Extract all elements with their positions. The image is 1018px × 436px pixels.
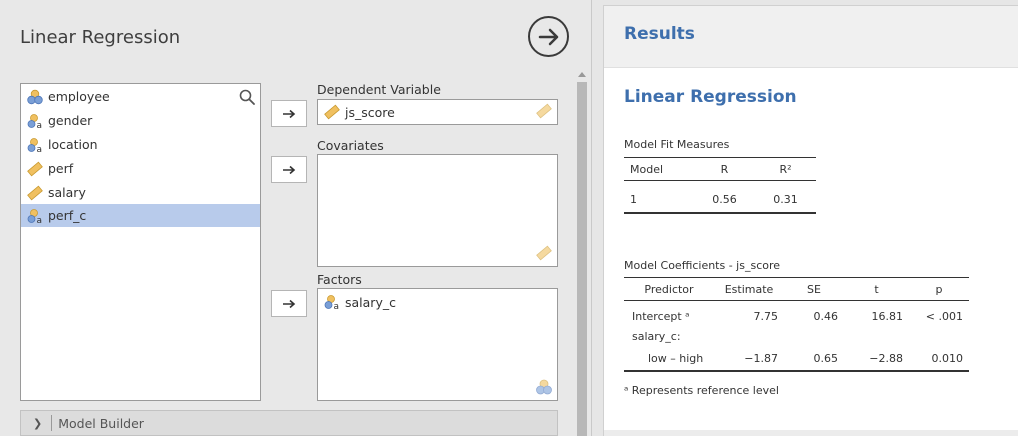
- run-analysis-button[interactable]: [528, 16, 569, 57]
- factors-box[interactable]: a salary_c: [317, 288, 558, 401]
- continuous-icon: [536, 103, 552, 119]
- table-cell: 16.81: [871, 310, 904, 323]
- table-cell: 0.31: [755, 186, 816, 214]
- svg-text:a: a: [37, 121, 43, 129]
- column-header: p: [909, 277, 969, 301]
- table-cell: 0.56: [694, 186, 755, 214]
- nominal-text-icon: a: [324, 294, 340, 310]
- table-cell: 0.46: [813, 310, 839, 323]
- covariates-box[interactable]: [317, 154, 558, 267]
- move-to-dependent-button[interactable]: [271, 100, 307, 127]
- table-cell: Intercept ᵃ: [632, 310, 690, 323]
- column-header: t: [844, 277, 909, 301]
- column-header: Model: [624, 157, 694, 181]
- results-analysis-heading[interactable]: Linear Regression: [624, 87, 797, 107]
- variable-item-perf[interactable]: perf: [21, 157, 260, 180]
- table-cell: low – high: [624, 346, 714, 372]
- scroll-up-arrow-icon[interactable]: [575, 68, 589, 80]
- results-header: Results: [604, 6, 1018, 68]
- model-builder-section[interactable]: ❯ Model Builder: [20, 410, 558, 436]
- variable-list[interactable]: employee a gender a location perf salary: [20, 83, 261, 401]
- model-fit-table[interactable]: Model R R² 1 0.56 0.31: [624, 157, 816, 214]
- table-cell: salary_c:: [632, 330, 681, 343]
- factors-label: Factors: [317, 272, 362, 287]
- column-header: Estimate: [714, 277, 784, 301]
- table-cell: 0.010: [909, 346, 969, 372]
- arrow-right-circle-icon: [538, 28, 558, 45]
- analysis-title: Linear Regression: [20, 27, 181, 48]
- svg-text:a: a: [334, 302, 340, 310]
- table-cell: [909, 327, 969, 347]
- arrow-right-icon: [283, 299, 296, 308]
- results-divider: [604, 430, 1018, 436]
- table-row: Intercept ᵃ 7.75 0.46 16.81 < .001: [624, 307, 969, 327]
- table-row: low – high −1.87 0.65 −2.88 0.010: [624, 346, 969, 372]
- chevron-right-icon: ❯: [33, 416, 43, 430]
- table-cell: 7.75: [753, 310, 779, 323]
- model-fit-title: Model Fit Measures: [624, 138, 730, 151]
- model-coefficients-title: Model Coefficients - js_score: [624, 259, 781, 272]
- factor-label: salary_c: [345, 294, 396, 310]
- nominal-icon: [536, 379, 552, 395]
- column-header: R: [694, 157, 755, 181]
- nominal-text-icon: a: [27, 208, 43, 224]
- continuous-icon: [27, 185, 43, 201]
- nominal-text-icon: a: [27, 137, 43, 153]
- table-cell: [784, 327, 844, 347]
- table-cell: 1: [624, 186, 694, 214]
- move-to-factors-button[interactable]: [271, 290, 307, 317]
- dependent-variable-value: js_score: [345, 104, 395, 120]
- svg-text:a: a: [37, 145, 43, 153]
- divider: [51, 415, 53, 431]
- table-cell: [714, 327, 784, 347]
- covariates-label: Covariates: [317, 138, 384, 153]
- continuous-icon: [27, 161, 43, 177]
- variable-item-location[interactable]: a location: [21, 133, 260, 156]
- table-cell: < .001: [925, 310, 963, 323]
- options-scrollbar[interactable]: [575, 68, 589, 436]
- results-panel: Results Linear Regression Model Fit Meas…: [603, 5, 1018, 436]
- variable-label: gender: [48, 113, 93, 128]
- variable-item-salary[interactable]: salary: [21, 181, 260, 204]
- scroll-thumb[interactable]: [577, 82, 587, 436]
- arrow-right-icon: [283, 109, 296, 118]
- continuous-icon: [536, 245, 552, 261]
- move-to-covariates-button[interactable]: [271, 156, 307, 183]
- variable-label: salary: [48, 185, 86, 200]
- analysis-options-panel: Linear Regression employee a gender a lo…: [0, 0, 592, 436]
- table-row: 1 0.56 0.31: [624, 186, 816, 214]
- nominal-text-icon: a: [27, 113, 43, 129]
- model-builder-label: Model Builder: [58, 415, 144, 431]
- factor-item-salary-c[interactable]: a salary_c: [318, 291, 557, 313]
- column-header: R²: [755, 157, 816, 181]
- continuous-icon: [324, 104, 340, 120]
- variable-item-employee[interactable]: employee: [21, 85, 260, 108]
- table-footnote: ᵃ Represents reference level: [624, 384, 779, 397]
- dependent-variable-label: Dependent Variable: [317, 82, 441, 97]
- dependent-variable-item[interactable]: js_score: [318, 100, 557, 124]
- arrow-right-icon: [283, 165, 296, 174]
- table-cell: [844, 327, 909, 347]
- search-icon[interactable]: [238, 88, 256, 106]
- svg-text:a: a: [37, 216, 43, 224]
- variable-label: perf: [48, 161, 74, 176]
- nominal-icon: [27, 89, 43, 105]
- table-cell: 0.65: [784, 346, 844, 372]
- variable-item-perf-c[interactable]: a perf_c: [21, 204, 260, 227]
- results-title: Results: [624, 24, 695, 44]
- column-header: Predictor: [624, 277, 714, 301]
- table-cell: −1.87: [714, 346, 784, 372]
- variable-label: perf_c: [48, 208, 87, 223]
- table-row: salary_c:: [624, 327, 969, 347]
- dependent-variable-box[interactable]: js_score: [317, 99, 558, 125]
- column-header: SE: [784, 277, 844, 301]
- table-cell: −2.88: [844, 346, 909, 372]
- variable-item-gender[interactable]: a gender: [21, 109, 260, 132]
- model-coefficients-table[interactable]: Predictor Estimate SE t p Intercept ᵃ 7.…: [624, 277, 969, 372]
- variable-label: employee: [48, 89, 110, 104]
- variable-label: location: [48, 137, 98, 152]
